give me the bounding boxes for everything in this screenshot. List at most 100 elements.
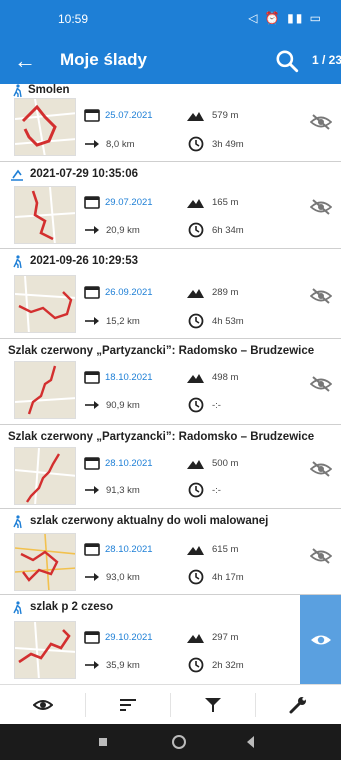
visibility-toggle[interactable] — [300, 509, 341, 594]
track-elevation: 500 m — [212, 458, 239, 469]
track-list: Smolen 25.07.2021 579 m 8,0 km 3h 49m 20… — [0, 84, 341, 684]
visibility-off-icon — [310, 376, 332, 392]
wrench-icon — [289, 697, 306, 714]
track-distance: 90,9 km — [106, 400, 140, 411]
hiker-icon — [13, 515, 22, 529]
track-duration: 4h 17m — [212, 572, 244, 583]
visibility-toggle[interactable] — [300, 425, 341, 508]
visibility-toggle[interactable] — [300, 162, 341, 248]
back-arrow-icon[interactable]: ← — [12, 47, 38, 75]
track-elevation: 579 m — [212, 110, 239, 121]
track-map-thumbnail — [14, 533, 76, 591]
clock-icon — [188, 136, 204, 152]
track-elevation: 289 m — [212, 287, 239, 298]
distance-arrow-icon — [85, 226, 99, 234]
recents-icon[interactable] — [92, 732, 114, 752]
track-item[interactable]: Szlak czerwony „Partyzancki”: Radomsko –… — [0, 339, 341, 425]
track-date: 26.09.2021 — [105, 287, 153, 298]
clock-icon — [188, 482, 204, 498]
cycling-icon — [11, 169, 23, 181]
visibility-toggle[interactable] — [300, 84, 341, 161]
distance-arrow-icon — [85, 661, 99, 669]
status-time: 10:59 — [58, 12, 89, 26]
calendar-icon — [84, 196, 100, 209]
visibility-toggle[interactable] — [300, 595, 341, 684]
calendar-icon — [84, 457, 100, 470]
status-icons: ◁ ⏰ ▮▮ ▭ — [248, 11, 323, 25]
app-bar: ← Moje ślady 1 / 23 — [0, 38, 341, 84]
calendar-icon — [84, 109, 100, 122]
track-map-thumbnail — [14, 275, 76, 333]
distance-arrow-icon — [85, 317, 99, 325]
track-item[interactable]: szlak czerwony aktualny do woli malowane… — [0, 509, 341, 595]
track-name: 2021-07-29 10:35:06 — [30, 168, 139, 180]
track-distance: 8,0 km — [106, 139, 135, 150]
visibility-off-icon — [310, 288, 332, 304]
track-name: Szlak czerwony „Partyzancki”: Radomsko –… — [8, 431, 315, 443]
track-name: szlak p 2 czeso — [30, 601, 114, 613]
distance-arrow-icon — [85, 140, 99, 148]
clock-icon — [188, 569, 204, 585]
calendar-icon — [84, 286, 100, 299]
elevation-icon — [187, 289, 204, 298]
clock-icon — [188, 657, 204, 673]
track-map-thumbnail — [14, 621, 76, 679]
track-elevation: 498 m — [212, 372, 239, 383]
sort-icon — [120, 699, 136, 711]
track-counter: 1 / 23 — [312, 53, 341, 67]
search-icon[interactable] — [274, 48, 300, 74]
track-date: 29.07.2021 — [105, 197, 153, 208]
visibility-off-icon — [310, 461, 332, 477]
clock-icon — [188, 222, 204, 238]
back-nav-icon[interactable] — [240, 732, 262, 752]
calendar-icon — [84, 631, 100, 644]
track-name: 2021-09-26 10:29:53 — [30, 255, 139, 267]
visibility-toggle[interactable] — [300, 249, 341, 338]
track-elevation: 615 m — [212, 544, 239, 555]
track-item[interactable]: 2021-09-26 10:29:53 26.09.2021 289 m 15,… — [0, 249, 341, 339]
track-map-thumbnail — [14, 186, 76, 244]
track-item[interactable]: Smolen 25.07.2021 579 m 8,0 km 3h 49m — [0, 84, 341, 162]
visibility-toggle[interactable] — [300, 339, 341, 424]
track-item[interactable]: szlak p 2 czeso 29.10.2021 297 m 35,9 km… — [0, 595, 341, 684]
elevation-icon — [187, 374, 204, 383]
home-icon[interactable] — [168, 732, 190, 752]
sort-button[interactable] — [85, 685, 170, 725]
distance-arrow-icon — [85, 401, 99, 409]
elevation-icon — [187, 199, 204, 208]
track-duration: 6h 34m — [212, 225, 244, 236]
track-duration: 2h 32m — [212, 660, 244, 671]
elevation-icon — [187, 112, 204, 121]
elevation-icon — [187, 546, 204, 555]
clock-icon — [188, 313, 204, 329]
distance-arrow-icon — [85, 573, 99, 581]
track-date: 25.07.2021 — [105, 110, 153, 121]
status-bar: 10:59 ◁ ⏰ ▮▮ ▭ — [0, 0, 341, 38]
track-name: szlak czerwony aktualny do woli malowane… — [30, 515, 269, 527]
hiker-icon — [13, 601, 22, 615]
track-name: Smolen — [28, 84, 70, 96]
track-distance: 93,0 km — [106, 572, 140, 583]
visibility-off-icon — [310, 199, 332, 215]
clock-icon — [188, 397, 204, 413]
visibility-off-icon — [310, 114, 332, 130]
distance-arrow-icon — [85, 486, 99, 494]
track-date: 28.10.2021 — [105, 458, 153, 469]
filter-button[interactable] — [170, 685, 255, 725]
calendar-icon — [84, 543, 100, 556]
bottom-toolbar — [0, 684, 341, 724]
elevation-icon — [187, 634, 204, 643]
track-item[interactable]: 2021-07-29 10:35:06 29.07.2021 165 m 20,… — [0, 162, 341, 249]
visibility-off-icon — [310, 548, 332, 564]
track-item[interactable]: Szlak czerwony „Partyzancki”: Radomsko –… — [0, 425, 341, 509]
hiker-icon — [13, 84, 22, 98]
show-all-button[interactable] — [0, 685, 85, 725]
track-distance: 20,9 km — [106, 225, 140, 236]
system-nav-bar — [0, 724, 341, 760]
track-duration: 3h 49m — [212, 139, 244, 150]
hiker-icon — [13, 255, 22, 269]
track-map-thumbnail — [14, 447, 76, 505]
settings-button[interactable] — [255, 685, 340, 725]
filter-icon — [205, 698, 221, 712]
track-elevation: 297 m — [212, 632, 239, 643]
